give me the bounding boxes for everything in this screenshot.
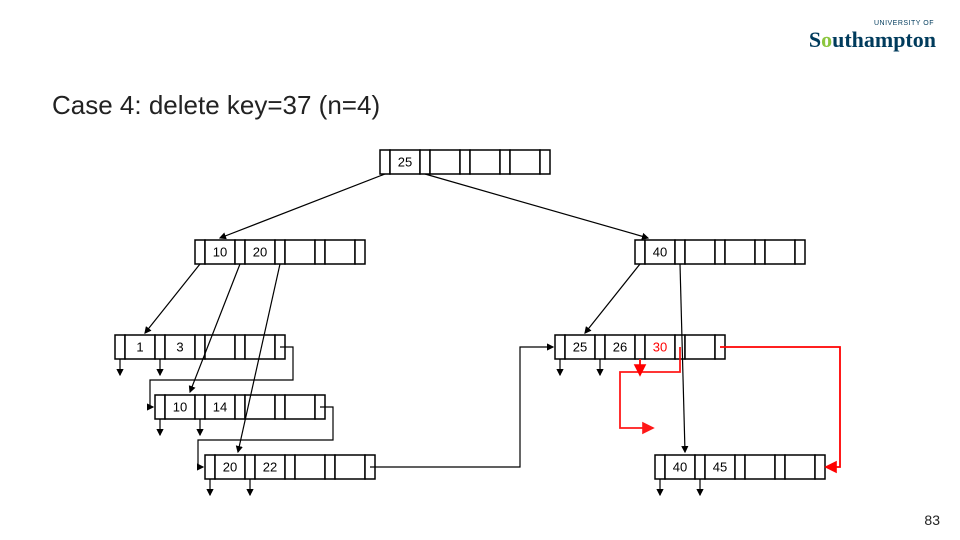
l4-k1: 26 xyxy=(613,339,627,354)
l3-k0: 20 xyxy=(223,459,237,474)
l5-k0: 40 xyxy=(673,459,687,474)
node-internal-right: 40 xyxy=(635,240,805,264)
l4-k2: 30 xyxy=(653,339,667,354)
l1-k1: 3 xyxy=(176,339,183,354)
n1-key-1: 20 xyxy=(253,244,267,259)
leaf-4: 25 26 30 xyxy=(555,335,725,359)
leaf-5: 40 45 xyxy=(655,455,825,479)
node-root: 25 xyxy=(380,150,550,174)
n2-key-0: 40 xyxy=(653,244,667,259)
node-internal-left: 10 20 xyxy=(195,240,365,264)
l2-k1: 14 xyxy=(213,399,227,414)
n1-key-0: 10 xyxy=(213,244,227,259)
l3-k1: 22 xyxy=(263,459,277,474)
root-key-0: 25 xyxy=(398,154,412,169)
leaf-2: 10 14 xyxy=(155,395,325,419)
l1-k0: 1 xyxy=(136,339,143,354)
page-number: 83 xyxy=(924,512,940,528)
leaf-3: 20 22 xyxy=(205,455,375,479)
btree-diagram: 25 10 20 xyxy=(0,0,960,540)
l4-k0: 25 xyxy=(573,339,587,354)
l5-k1: 45 xyxy=(713,459,727,474)
l2-k0: 10 xyxy=(173,399,187,414)
